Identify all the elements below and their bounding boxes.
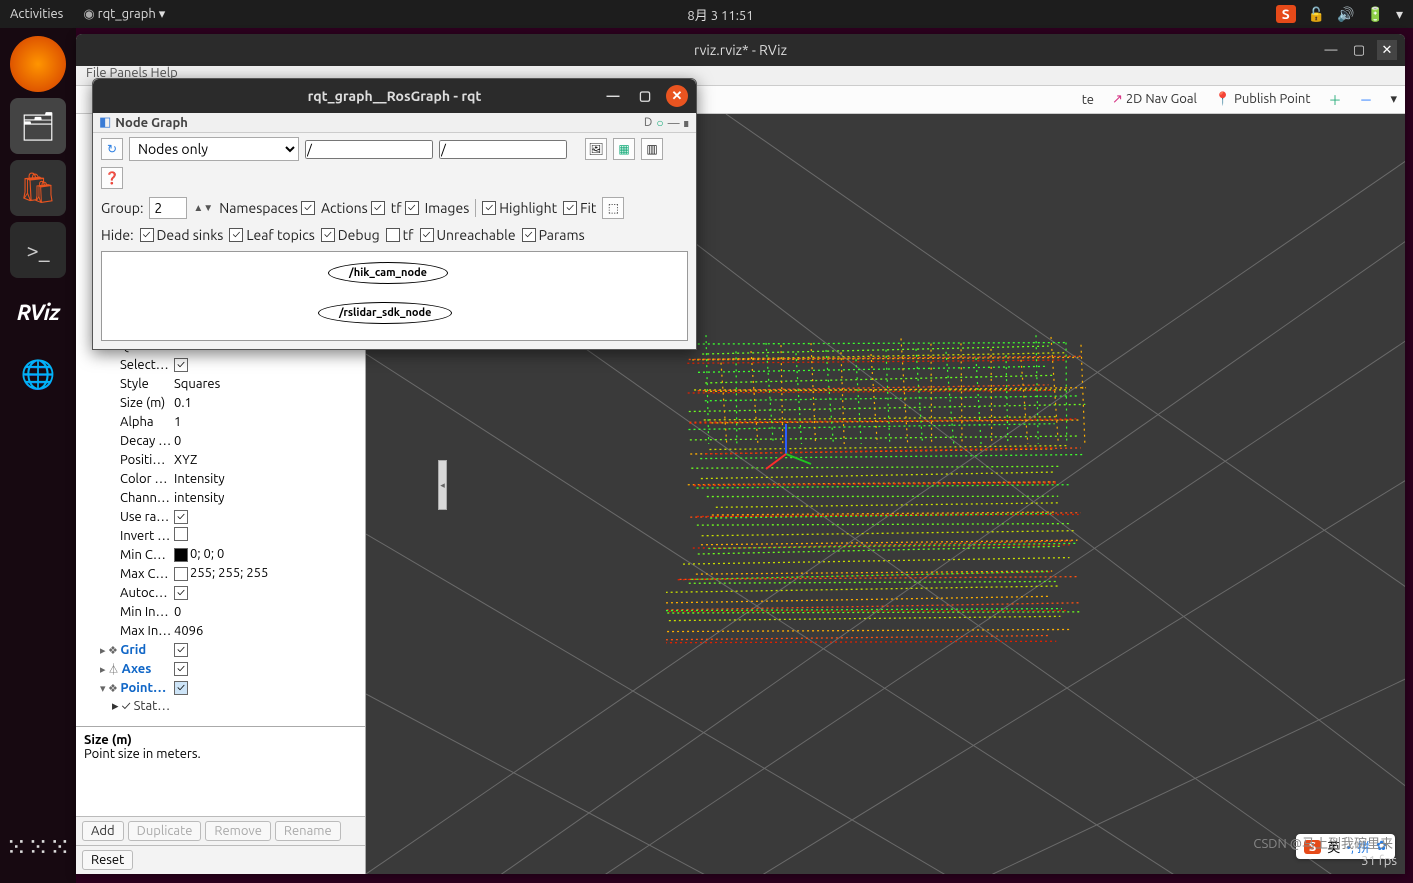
prop-selectable[interactable]: Selectable✓ (84, 355, 361, 374)
group-label: Group: (101, 200, 143, 216)
filter-input-2[interactable] (439, 140, 567, 159)
rqt-graph-canvas[interactable]: /hik_cam_node /rslidar_sdk_node (101, 251, 688, 341)
node-filter-select[interactable]: Nodes only (129, 137, 299, 161)
help-button[interactable]: ❓ (101, 167, 123, 189)
rqt-header-icon-3[interactable]: — ∎ (668, 116, 690, 130)
fit-checkbox[interactable]: ✓ Fit (563, 200, 596, 216)
rqt-header-icon-2[interactable]: ○ (656, 116, 663, 130)
prop-autocom---[interactable]: Autocom...✓ (84, 583, 361, 602)
app-menu[interactable]: ◉ rqt_graph ▾ (83, 7, 165, 22)
leaftopics-checkbox[interactable]: ✓ Leaf topics (229, 227, 314, 243)
namespaces-checkbox[interactable]: Namespaces ✓ (219, 200, 315, 216)
rviz-titlebar[interactable]: rviz.rviz* - RViz — ▢ ✕ (76, 34, 1405, 66)
prop-alpha[interactable]: Alpha1 (84, 412, 361, 431)
rqt-header-icon-1[interactable]: D (644, 116, 652, 130)
battery-icon[interactable]: 🔋 (1367, 6, 1384, 23)
fps-counter: 31 fps (1361, 854, 1397, 868)
prop-position-t---[interactable]: Position T...XYZ (84, 450, 361, 469)
activities-button[interactable]: Activities (10, 7, 63, 21)
tool-more-icon[interactable]: ▾ (1390, 92, 1397, 107)
rqt-window[interactable]: rqt_graph__RosGraph - rqt — ▢ ✕ ◧ Node G… (92, 78, 697, 350)
save-dot-button[interactable]: ▦ (613, 138, 635, 160)
prop-color-tra---[interactable]: Color Tra...Intensity (84, 469, 361, 488)
files-icon[interactable]: 🗂 (10, 98, 66, 154)
rqt-panel-title: Node Graph (115, 116, 188, 130)
deadsinks-checkbox[interactable]: ✓ Dead sinks (140, 227, 224, 243)
maximize-button[interactable]: ▢ (1349, 40, 1369, 60)
prop-size--m-[interactable]: Size (m)0.1 (84, 393, 361, 412)
tool-plus-icon[interactable]: ＋ (1328, 90, 1341, 109)
prop-invert-rai---[interactable]: Invert Rai... (84, 526, 361, 545)
tree-axes[interactable]: ▸ ⏃ Axes✓ (84, 659, 361, 678)
refresh-button[interactable]: ↻ (101, 138, 123, 160)
load-button[interactable]: ▥ (641, 138, 663, 160)
prop-min-inten---[interactable]: Min Inten...0 (84, 602, 361, 621)
tree-status[interactable]: ▸ ✓ Status: Ok (84, 697, 361, 716)
nav-goal-tool[interactable]: ↗ 2D Nav Goal (1112, 92, 1197, 107)
watermark: CSDN @马上到我碗里来 (1253, 833, 1393, 852)
prop-channel-n---[interactable]: Channel N...intensity (84, 488, 361, 507)
prop-use-rainbow[interactable]: Use rainbow✓ (84, 507, 361, 526)
tool-minus-icon[interactable]: － (1359, 90, 1372, 109)
property-list[interactable]: Queue Size10Selectable✓StyleSquaresSize … (76, 334, 365, 726)
tf-hide-checkbox[interactable]: tf (386, 227, 414, 243)
prop-style[interactable]: StyleSquares (84, 374, 361, 393)
minimize-button[interactable]: — (1321, 40, 1341, 60)
graph-node-rslidar[interactable]: /rslidar_sdk_node (318, 302, 452, 324)
rqt-title: rqt_graph__RosGraph - rqt (308, 88, 482, 104)
system-menu-icon[interactable]: ▾ (1396, 6, 1403, 23)
firefox-icon[interactable] (10, 36, 66, 92)
actions-checkbox[interactable]: Actions ✓ (321, 200, 385, 216)
reset-button[interactable]: Reset (82, 850, 133, 870)
dock: 🗂 🛍 >_ RViz 🌐 ⁙⁙⁙ (0, 28, 76, 883)
rqt-maximize-button[interactable]: ▢ (634, 85, 656, 107)
rename-button[interactable]: Rename (275, 821, 341, 841)
tree-grid[interactable]: ▸ ❖ Grid✓ (84, 640, 361, 659)
rviz-icon[interactable]: RViz (10, 284, 66, 340)
pointcloud-render (666, 324, 1146, 664)
images-checkbox[interactable]: Images (425, 200, 470, 216)
panel-collapse-handle[interactable]: ◂ (438, 460, 447, 510)
prop-min-color[interactable]: Min Color0; 0; 0 (84, 545, 361, 564)
graph-node-hik-cam[interactable]: /hik_cam_node (328, 262, 448, 284)
volume-icon[interactable]: 🔊 (1337, 6, 1354, 23)
browser-icon[interactable]: 🌐 (10, 346, 66, 402)
unreachable-checkbox[interactable]: ✓ Unreachable (420, 227, 516, 243)
prop-decay-time[interactable]: Decay Time0 (84, 431, 361, 450)
debug-checkbox[interactable]: ✓ Debug (321, 227, 380, 243)
tf-checkbox[interactable]: tf ✓ (391, 200, 419, 216)
clock[interactable]: 8月 3 11:51 (165, 5, 1275, 24)
gnome-topbar: Activities ◉ rqt_graph ▾ 8月 3 11:51 S 🔓 … (0, 0, 1413, 28)
show-apps-icon[interactable]: ⁙⁙⁙ (5, 832, 70, 863)
rviz-title: rviz.rviz* - RViz (694, 42, 787, 58)
params-checkbox[interactable]: ✓ Params (522, 227, 585, 243)
group-depth-input[interactable] (149, 197, 187, 219)
rqt-dock-icon[interactable]: ◧ (99, 115, 111, 130)
rqt-minimize-button[interactable]: — (602, 85, 624, 107)
add-button[interactable]: Add (82, 821, 124, 841)
save-image-button[interactable]: 🖼 (585, 138, 607, 160)
duplicate-button[interactable]: Duplicate (128, 821, 202, 841)
tree-pc2[interactable]: ▾ ❖ PointCloud2✓ (84, 678, 361, 697)
software-icon[interactable]: 🛍 (10, 160, 66, 216)
rqt-titlebar[interactable]: rqt_graph__RosGraph - rqt — ▢ ✕ (93, 79, 696, 113)
prop-max-color[interactable]: Max Color255; 255; 255 (84, 564, 361, 583)
a11y-icon[interactable]: 🔓 (1308, 6, 1325, 23)
rqt-close-button[interactable]: ✕ (666, 85, 688, 107)
prop-max-inten---[interactable]: Max Inten...4096 (84, 621, 361, 640)
remove-button[interactable]: Remove (205, 821, 271, 841)
fit-icon[interactable]: ⬚ (602, 197, 624, 219)
hide-label: Hide: (101, 227, 134, 243)
pose-estimate-tool[interactable]: te (1082, 93, 1094, 107)
terminal-icon[interactable]: >_ (10, 222, 66, 278)
highlight-checkbox[interactable]: ✓ Highlight (482, 200, 557, 216)
property-description: Size (m) Point size in meters. (76, 726, 365, 816)
filter-input-1[interactable] (305, 140, 433, 159)
ime-indicator-icon[interactable]: S (1276, 5, 1296, 23)
close-button[interactable]: ✕ (1377, 40, 1397, 60)
publish-point-tool[interactable]: 📍 Publish Point (1215, 92, 1311, 107)
